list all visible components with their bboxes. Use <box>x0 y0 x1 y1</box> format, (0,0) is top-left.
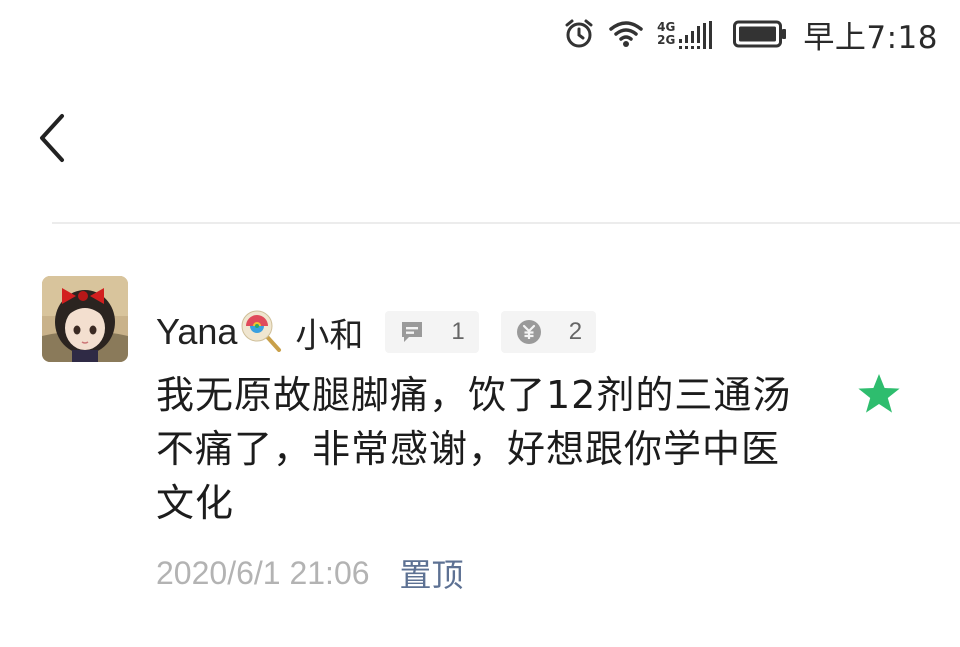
divider <box>52 222 960 224</box>
username[interactable]: Yana <box>156 311 237 353</box>
star-icon[interactable] <box>856 372 902 420</box>
lollipop-icon <box>239 308 283 356</box>
chevron-left-icon <box>40 114 64 162</box>
wifi-icon <box>609 19 643 49</box>
network-bottom-label: 2G <box>657 33 676 47</box>
reward-count: 2 <box>568 318 583 345</box>
reply-count: 1 <box>451 318 465 345</box>
network-type-label: 4G 2G <box>657 21 675 47</box>
alarm-icon <box>563 18 595 50</box>
status-bar: 4G 2G 早上7:18 <box>0 0 960 66</box>
status-icons: 4G 2G 早上7:18 <box>563 14 938 56</box>
pin-button[interactable]: 置顶 <box>400 550 464 596</box>
back-button[interactable] <box>28 108 80 168</box>
avatar[interactable] <box>42 276 128 362</box>
comment-meta: 2020/6/1 21:06 置顶 <box>156 550 464 596</box>
battery-icon <box>733 20 787 48</box>
comment-header: Yana 小和 1 2 <box>156 306 618 358</box>
comment-text: 我无原故腿脚痛，饮了12剂的三通汤不痛了，非常感谢，好想跟你学中医文化 <box>156 373 792 525</box>
signal-icon <box>679 19 719 49</box>
nav-bar <box>0 92 960 192</box>
username-suffix: 小和 <box>295 315 364 356</box>
comment-icon <box>402 322 423 342</box>
reward-count-chip[interactable]: 2 <box>500 311 597 353</box>
reply-count-chip[interactable]: 1 <box>385 311 479 353</box>
reward-icon <box>516 320 541 344</box>
timestamp: 2020/6/1 21:06 <box>156 554 370 591</box>
status-time: 早上7:18 <box>803 19 938 56</box>
comment-item: Yana 小和 1 2 我无原故腿脚痛，饮了12剂的三通汤不痛了，非常感谢，好想… <box>42 276 960 606</box>
